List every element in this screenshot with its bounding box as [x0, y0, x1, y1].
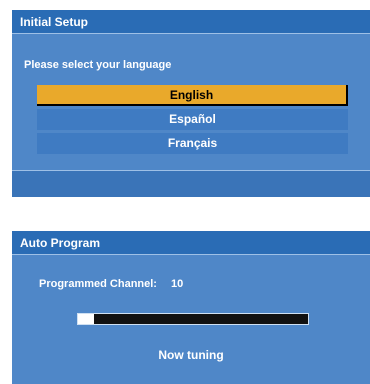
- auto-program-panel: Auto Program Programmed Channel: 10 Now t…: [12, 231, 370, 384]
- tuning-progress-fill: [78, 314, 95, 324]
- language-prompt: Please select your language: [24, 59, 172, 71]
- programmed-channel-value: 10: [170, 278, 184, 290]
- language-option-francais[interactable]: Français: [37, 133, 348, 154]
- tuning-progress-bar: [77, 313, 309, 325]
- language-list: English Español Français: [37, 85, 348, 157]
- initial-setup-panel: Initial Setup Please select your languag…: [12, 10, 370, 197]
- auto-program-title: Auto Program: [12, 231, 370, 255]
- tuning-status: Now tuning: [158, 348, 224, 362]
- language-option-english[interactable]: English: [37, 85, 348, 106]
- language-option-espanol[interactable]: Español: [37, 109, 348, 130]
- initial-setup-title: Initial Setup: [12, 10, 370, 34]
- panel-footer: [12, 171, 370, 197]
- programmed-channel-row: Programmed Channel: 10: [39, 278, 183, 290]
- programmed-channel-label: Programmed Channel:: [39, 278, 157, 290]
